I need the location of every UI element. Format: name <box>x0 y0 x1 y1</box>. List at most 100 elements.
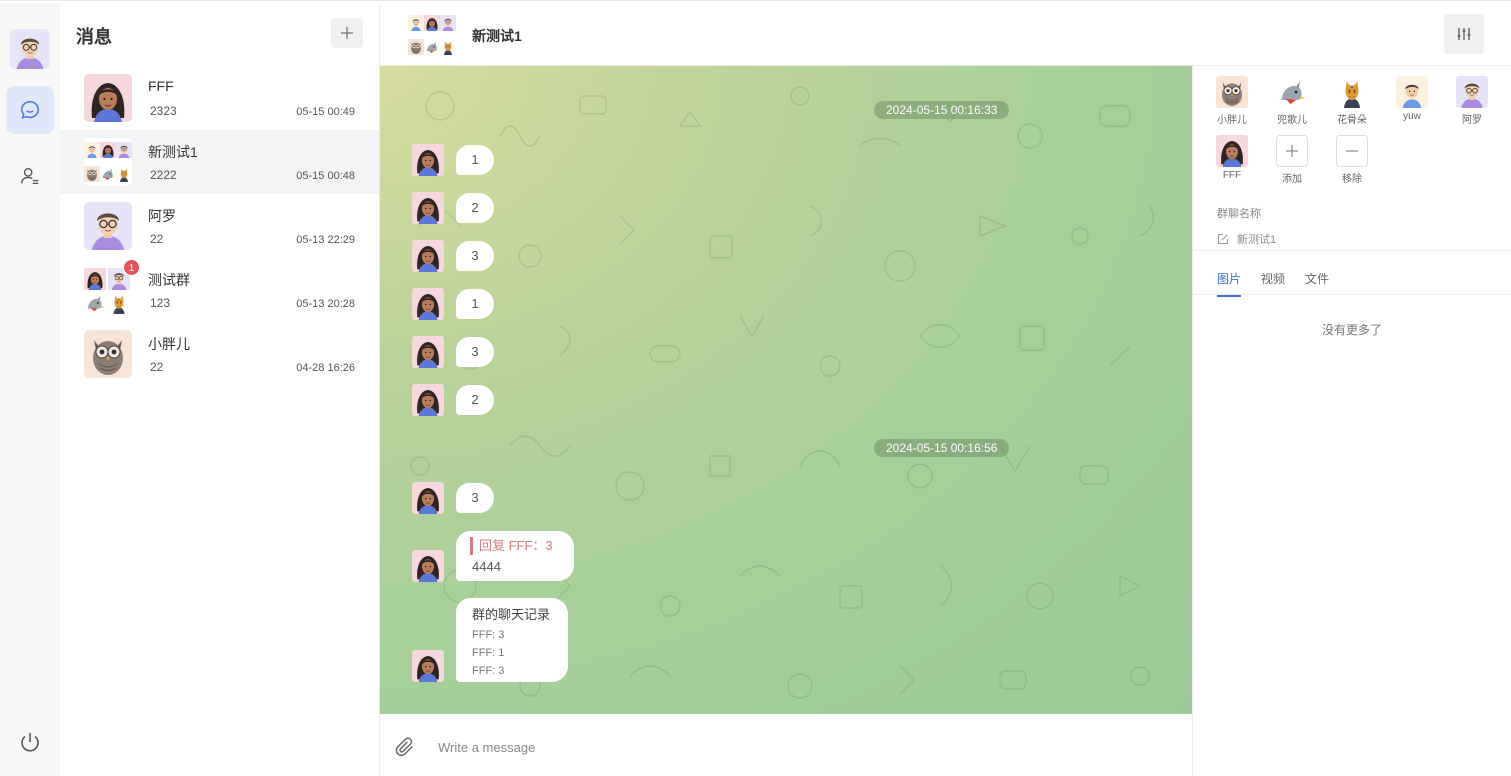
message-input[interactable] <box>438 738 1038 756</box>
conversation-name: 小胖儿 <box>148 336 190 352</box>
sender-avatar[interactable] <box>412 650 444 682</box>
paperclip-icon[interactable] <box>394 736 416 758</box>
forwarded-history-line: FFF: 3 <box>472 665 505 677</box>
message-bubble: 3 <box>456 241 494 271</box>
empty-state-text: 没有更多了 <box>1321 323 1382 337</box>
forwarded-history-line: FFF: 1 <box>472 647 505 659</box>
conversation-name: FFF <box>148 78 174 94</box>
conversation-item[interactable]: 阿罗 22 05-13 22:29 <box>60 194 379 258</box>
sender-avatar[interactable] <box>412 192 444 224</box>
reply-quote[interactable]: 回复 FFF：3 <box>470 537 574 555</box>
message-bubble: 2 <box>456 385 494 415</box>
member-name: yuw <box>1403 111 1421 122</box>
sliders-icon <box>1457 28 1471 40</box>
forwarded-history-line: FFF: 3 <box>472 629 505 641</box>
message-timestamp: 2024-05-15 00:16:33 <box>874 101 1010 119</box>
avatar <box>84 330 132 378</box>
member-item[interactable]: FFF <box>1212 135 1252 181</box>
member-item[interactable]: yuw <box>1392 76 1432 122</box>
sender-avatar[interactable] <box>412 288 444 320</box>
reply-text: 4444 <box>472 559 501 574</box>
conversation-preview: 22 <box>150 232 164 246</box>
sender-avatar[interactable] <box>412 482 444 514</box>
add-member-icon-box[interactable] <box>1276 135 1308 167</box>
group-name-edit[interactable]: 新测试1 <box>1217 231 1276 247</box>
new-chat-button[interactable] <box>331 18 363 48</box>
forwarded-history-bubble[interactable]: 群的聊天记录 FFF: 3 FFF: 1 FFF: 3 <box>456 598 568 682</box>
chat-title: 新测试1 <box>472 28 522 44</box>
conversation-time: 05-15 00:49 <box>296 106 355 118</box>
member-name: 花骨朵 <box>1337 115 1367 126</box>
conversation-preview: 123 <box>150 296 171 310</box>
tab-videos[interactable]: 视频 <box>1261 270 1285 297</box>
group-avatar[interactable] <box>408 11 456 59</box>
avatar <box>1216 76 1248 108</box>
avatar <box>84 202 132 250</box>
tab-images[interactable]: 图片 <box>1217 270 1242 297</box>
composer <box>380 714 1192 776</box>
group-avatar <box>84 138 132 186</box>
message-area[interactable]: 2024-05-15 00:16:33 1 2 3 1 3 2 2024-05-… <box>380 66 1192 714</box>
chat-settings-button[interactable] <box>1444 14 1484 54</box>
message-bubble: 1 <box>456 289 494 319</box>
remove-member-button[interactable]: 移除 <box>1332 135 1372 185</box>
conversation-time: 05-13 22:29 <box>296 234 355 246</box>
unread-badge: 1 <box>123 259 140 276</box>
contacts-icon <box>21 167 39 185</box>
forwarded-history-title: 群的聊天记录 <box>472 607 551 622</box>
member-item[interactable]: 兜歌儿 <box>1272 76 1312 126</box>
my-avatar[interactable] <box>10 29 50 69</box>
avatar <box>1396 76 1428 108</box>
conversation-preview: 22 <box>150 360 164 374</box>
conversation-name: 新测试1 <box>148 144 198 160</box>
plus-icon <box>341 27 353 39</box>
group-info-panel: 小胖儿 兜歌儿 花骨朵 yuw 阿罗 FFF 添加 移除 群聊名称 新测试1 图… <box>1192 66 1511 776</box>
member-item[interactable]: 花骨朵 <box>1332 76 1372 126</box>
minus-icon <box>1346 150 1358 152</box>
conversation-time: 05-13 20:28 <box>296 298 355 310</box>
message-bubble: 3 <box>456 483 494 513</box>
add-member-label: 添加 <box>1282 174 1302 185</box>
member-name: 小胖儿 <box>1217 115 1247 126</box>
media-tabs: 图片 视频 文件 <box>1217 270 1329 297</box>
group-name-value: 新测试1 <box>1237 234 1277 246</box>
group-name-label: 群聊名称 <box>1217 208 1261 220</box>
member-name: FFF <box>1222 170 1242 181</box>
sender-avatar[interactable] <box>412 240 444 272</box>
avatar <box>1216 135 1248 167</box>
sender-avatar[interactable] <box>412 384 444 416</box>
reply-message-bubble: 回复 FFF：3 4444 <box>456 531 574 581</box>
sender-avatar[interactable] <box>412 550 444 582</box>
message-bubble: 3 <box>456 337 494 367</box>
conversation-item[interactable]: 新测试1 2222 05-15 00:48 <box>60 130 379 194</box>
conversation-item[interactable]: 小胖儿 22 04-28 16:26 <box>60 322 379 386</box>
remove-member-icon-box[interactable] <box>1336 135 1368 167</box>
member-name: 阿罗 <box>1462 115 1482 126</box>
avatar <box>1456 76 1488 108</box>
message-bubble: 1 <box>456 145 494 175</box>
tab-files[interactable]: 文件 <box>1305 270 1329 297</box>
nav-contacts-button[interactable] <box>6 152 54 200</box>
avatar <box>1276 76 1308 108</box>
conversation-time: 05-15 00:48 <box>296 170 355 182</box>
conversation-item[interactable]: 1 测试群 123 05-13 20:28 <box>60 258 379 322</box>
conversation-item[interactable]: FFF 2323 05-15 00:49 <box>60 66 379 130</box>
avatar <box>84 74 132 122</box>
member-item[interactable]: 小胖儿 <box>1212 76 1252 126</box>
divider <box>1193 294 1511 295</box>
sender-avatar[interactable] <box>412 336 444 368</box>
avatar <box>1336 76 1368 108</box>
message-timestamp: 2024-05-15 00:16:56 <box>874 439 1010 457</box>
sender-avatar[interactable] <box>412 144 444 176</box>
member-item[interactable]: 阿罗 <box>1452 76 1492 126</box>
conversation-name: 阿罗 <box>148 208 176 224</box>
conversation-preview: 2222 <box>150 168 177 182</box>
app-sidebar <box>0 3 60 776</box>
add-member-button[interactable]: 添加 <box>1272 135 1312 185</box>
power-icon[interactable] <box>18 730 42 754</box>
nav-messages-button[interactable] <box>6 86 54 134</box>
divider <box>1193 250 1511 251</box>
remove-member-label: 移除 <box>1342 174 1362 185</box>
edit-icon <box>1218 234 1228 244</box>
conversation-preview: 2323 <box>150 104 177 118</box>
